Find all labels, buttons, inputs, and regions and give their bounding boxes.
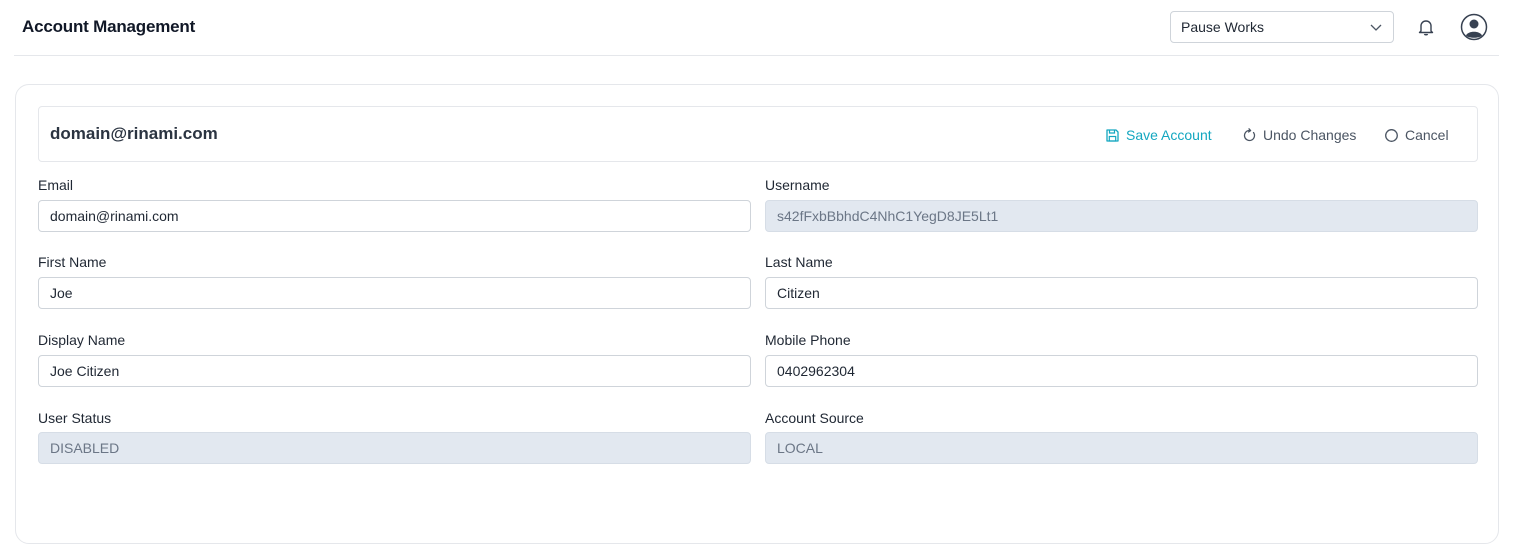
undo-changes-button[interactable]: Undo Changes [1242, 125, 1356, 145]
display-name-label: Display Name [38, 332, 126, 348]
account-source-label: Account Source [765, 410, 864, 426]
mobile-phone-label: Mobile Phone [765, 332, 851, 348]
first-name-label: First Name [38, 254, 107, 270]
email-field[interactable] [38, 200, 751, 232]
organization-select[interactable]: Pause Works [1170, 11, 1394, 43]
user-status-label: User Status [38, 410, 112, 426]
account-card: domain@rinami.com Save Account Undo Chan… [15, 84, 1499, 544]
username-field: s42fFxbBbhdC4NhC1YegD8JE5Lt1 [765, 200, 1478, 232]
user-status-field: DISABLED [38, 432, 751, 464]
page-title: Account Management [22, 17, 196, 36]
undo-changes-label: Undo Changes [1263, 127, 1357, 143]
chevron-down-icon [1369, 20, 1383, 34]
circle-icon [1385, 128, 1398, 142]
organization-select-value: Pause Works [1181, 19, 1264, 35]
user-circle-icon[interactable] [1460, 13, 1488, 41]
header-divider [14, 55, 1499, 56]
cancel-button[interactable]: Cancel [1384, 125, 1449, 145]
bell-icon[interactable] [1416, 17, 1436, 37]
account-title: domain@rinami.com [50, 124, 218, 143]
last-name-field[interactable] [765, 277, 1478, 309]
save-account-label: Save Account [1126, 127, 1212, 143]
account-source-field: LOCAL [765, 432, 1478, 464]
last-name-label: Last Name [765, 254, 833, 270]
account-card-header: domain@rinami.com Save Account Undo Chan… [38, 106, 1478, 162]
first-name-field[interactable] [38, 277, 751, 309]
email-label: Email [38, 177, 74, 193]
cancel-label: Cancel [1405, 127, 1449, 143]
mobile-phone-field[interactable] [765, 355, 1478, 387]
floppy-disk-icon [1106, 128, 1119, 142]
top-bar: Account Management Pause Works [0, 0, 1517, 56]
refresh-icon [1243, 127, 1256, 141]
username-label: Username [765, 177, 830, 193]
save-account-button[interactable]: Save Account [1105, 125, 1212, 145]
display-name-field[interactable] [38, 355, 751, 387]
